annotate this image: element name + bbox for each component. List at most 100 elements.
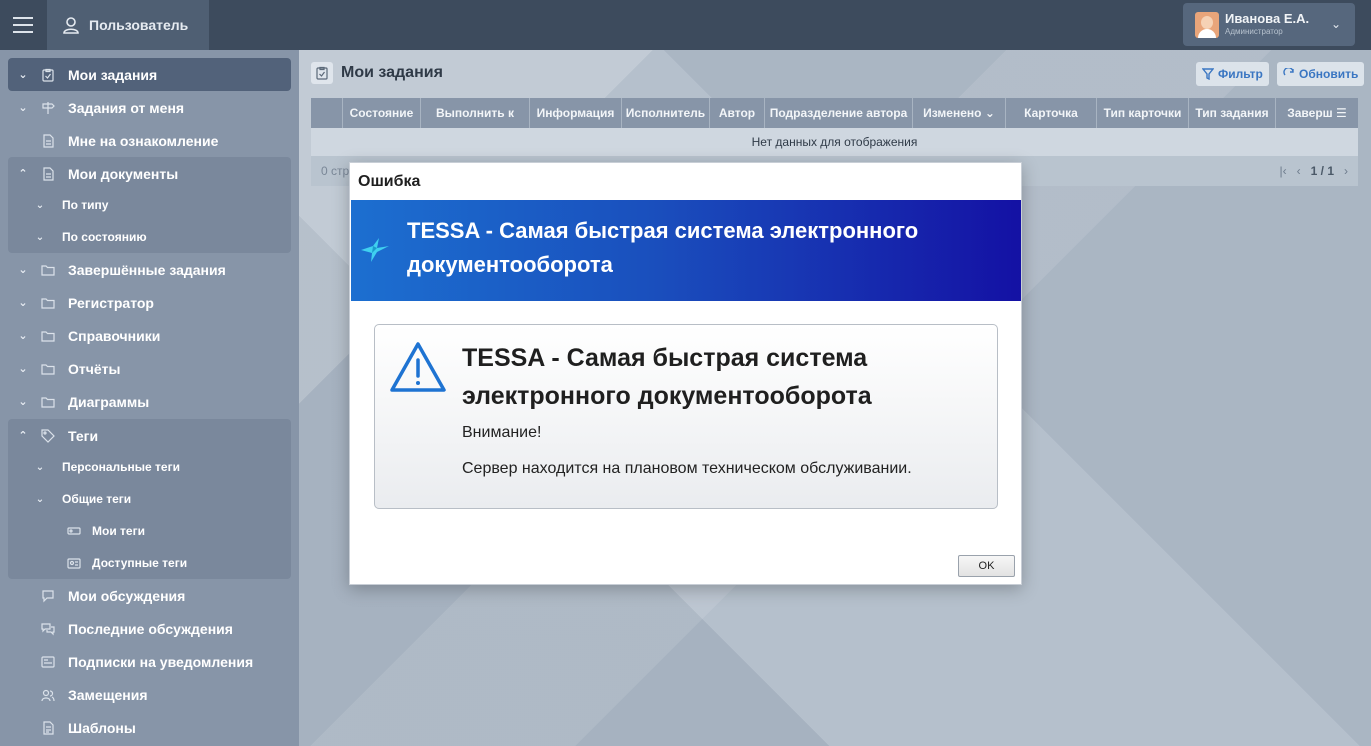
user-icon: [63, 17, 79, 34]
chevron-down-icon: ⌄: [1330, 17, 1341, 31]
sidebar-item-label: Мои теги: [92, 524, 145, 538]
next-page-icon[interactable]: ›: [1344, 164, 1348, 178]
page-title: Мои задания: [341, 64, 443, 81]
sidebar-item-my-discussions[interactable]: Мои обсуждения: [8, 579, 291, 612]
sidebar-item-label: Теги: [68, 427, 99, 444]
chevron-down-icon: ⌄: [18, 297, 28, 309]
sidebar-item-templates[interactable]: Шаблоны: [8, 711, 291, 744]
column-header[interactable]: Подразделение автора: [765, 98, 913, 128]
sidebar-item-label: Подписки на уведомления: [68, 653, 254, 670]
sidebar-item-completed-tasks[interactable]: ⌄ Завершённые задания: [8, 253, 291, 286]
sidebar-item-my-tasks[interactable]: ⌄ Мои задания: [8, 58, 291, 91]
clipboard-icon: [311, 62, 333, 84]
chevron-down-icon: ⌄: [18, 363, 28, 375]
folder-icon: [38, 362, 58, 376]
column-header-label: Изменено: [923, 106, 982, 120]
chevron-down-icon: ⌄: [18, 102, 28, 114]
page-size-info: 0 стр: [321, 164, 350, 178]
sidebar-item-registrar[interactable]: ⌄ Регистратор: [8, 286, 291, 319]
chevron-up-icon: ⌃: [18, 430, 28, 442]
refresh-button[interactable]: Обновить: [1277, 62, 1365, 86]
sidebar-item-my-documents[interactable]: ⌃ Мои документы: [8, 157, 291, 190]
news-icon: [38, 655, 58, 669]
tags-icon: [64, 524, 84, 538]
sidebar-item-label: Доступные теги: [92, 556, 188, 570]
sidebar-item-by-status[interactable]: ⌄ По состоянию: [8, 221, 291, 253]
filter-icon: [1202, 68, 1214, 80]
message-body-text: Сервер находится на плановом техническом…: [462, 460, 912, 477]
folder-icon: [38, 329, 58, 343]
column-header[interactable]: Автор: [710, 98, 765, 128]
user-tab[interactable]: Пользователь: [47, 0, 209, 50]
column-header[interactable]: Состояние: [343, 98, 421, 128]
chats-icon: [38, 622, 58, 636]
sidebar-item-common-tags[interactable]: ⌄ Общие теги: [8, 483, 291, 515]
clipboard-icon: [38, 68, 58, 82]
template-icon: [38, 720, 58, 735]
users-icon: [38, 688, 58, 702]
profile-menu[interactable]: Иванова Е.А. Администратор ⌄: [1183, 3, 1355, 46]
sidebar-item-reports[interactable]: ⌄ Отчёты: [8, 352, 291, 385]
settings-sliders-icon[interactable]: ☰: [1336, 106, 1347, 120]
filter-button[interactable]: Фильтр: [1196, 62, 1269, 86]
refresh-icon: [1283, 68, 1294, 76]
dialog-title: Ошибка: [358, 173, 421, 190]
chevron-down-icon: ⌄: [18, 396, 28, 408]
chevron-down-icon: ⌄: [18, 69, 28, 81]
column-header[interactable]: Заверш ☰: [1276, 98, 1358, 128]
empty-message: Нет данных для отображения: [311, 128, 1358, 156]
sidebar-item-tags[interactable]: ⌃ Теги: [8, 419, 291, 452]
filter-label: Фильтр: [1218, 67, 1263, 81]
column-header[interactable]: Карточка: [1006, 98, 1097, 128]
sidebar-item-diagrams[interactable]: ⌄ Диаграммы: [8, 385, 291, 418]
sidebar-item-recent-discussions[interactable]: Последние обсуждения: [8, 612, 291, 645]
sidebar-item-available-tags[interactable]: Доступные теги: [8, 547, 291, 579]
sidebar-item-subscriptions[interactable]: Подписки на уведомления: [8, 645, 291, 678]
column-header-sorted[interactable]: Изменено ⌄: [913, 98, 1006, 128]
banner-text: TESSA - Самая быстрая система электронно…: [407, 218, 919, 277]
ok-button[interactable]: OK: [958, 555, 1015, 577]
sidebar-item-label: Задания от меня: [68, 99, 185, 116]
sidebar: ⌄ Мои задания ⌄ Задания от меня Мне на о…: [0, 50, 299, 746]
message-box: TESSA - Самая быстрая система электронно…: [374, 324, 998, 509]
chevron-down-icon: ⌄: [984, 106, 995, 120]
sidebar-item-label: Общие теги: [62, 492, 132, 506]
column-select[interactable]: [311, 98, 343, 128]
id-card-icon: [64, 556, 84, 570]
sidebar-item-label: Отчёты: [68, 360, 121, 377]
chevron-down-icon: ⌄: [35, 199, 45, 211]
refresh-label: Обновить: [1299, 67, 1359, 81]
dialog-banner: TESSA - Самая быстрая система электронно…: [351, 200, 1021, 301]
first-page-icon[interactable]: |‹: [1280, 164, 1287, 178]
chevron-down-icon: ⌄: [35, 493, 45, 505]
profile-role: Администратор: [1225, 27, 1283, 36]
column-header[interactable]: Тип задания: [1189, 98, 1276, 128]
sidebar-item-label: Мои задания: [68, 66, 158, 83]
sidebar-item-for-review[interactable]: Мне на ознакомление: [8, 124, 291, 157]
sidebar-item-label: Последние обсуждения: [68, 620, 233, 637]
message-warning-text: Внимание!: [462, 424, 542, 441]
prev-page-icon[interactable]: ‹: [1297, 164, 1301, 178]
document-icon: [38, 166, 58, 181]
pager: |‹ ‹ 1 / 1 ›: [1280, 164, 1348, 178]
sidebar-item-personal-tags[interactable]: ⌄ Персональные теги: [8, 451, 291, 483]
column-header[interactable]: Информация: [530, 98, 622, 128]
folder-icon: [38, 296, 58, 310]
sidebar-item-my-tags[interactable]: Мои теги: [8, 515, 291, 547]
sidebar-item-tasks-from-me[interactable]: ⌄ Задания от меня: [8, 91, 291, 124]
folder-icon: [38, 263, 58, 277]
column-header-label: Заверш: [1287, 106, 1333, 120]
column-header[interactable]: Выполнить к: [421, 98, 530, 128]
bird-logo-icon: [361, 238, 389, 262]
menu-icon[interactable]: [0, 0, 46, 50]
column-header[interactable]: Тип карточки: [1097, 98, 1189, 128]
tag-icon: [38, 428, 58, 443]
table-header: Состояние Выполнить к Информация Исполни…: [311, 98, 1358, 128]
sidebar-item-by-type[interactable]: ⌄ По типу: [8, 189, 291, 221]
message-title: TESSA - Самая быстрая система электронно…: [462, 344, 872, 410]
sidebar-item-substitutions[interactable]: Замещения: [8, 678, 291, 711]
sidebar-item-label: Персональные теги: [62, 460, 180, 474]
sidebar-item-label: По состоянию: [62, 230, 147, 244]
column-header[interactable]: Исполнитель: [622, 98, 710, 128]
sidebar-item-directories[interactable]: ⌄ Справочники: [8, 319, 291, 352]
